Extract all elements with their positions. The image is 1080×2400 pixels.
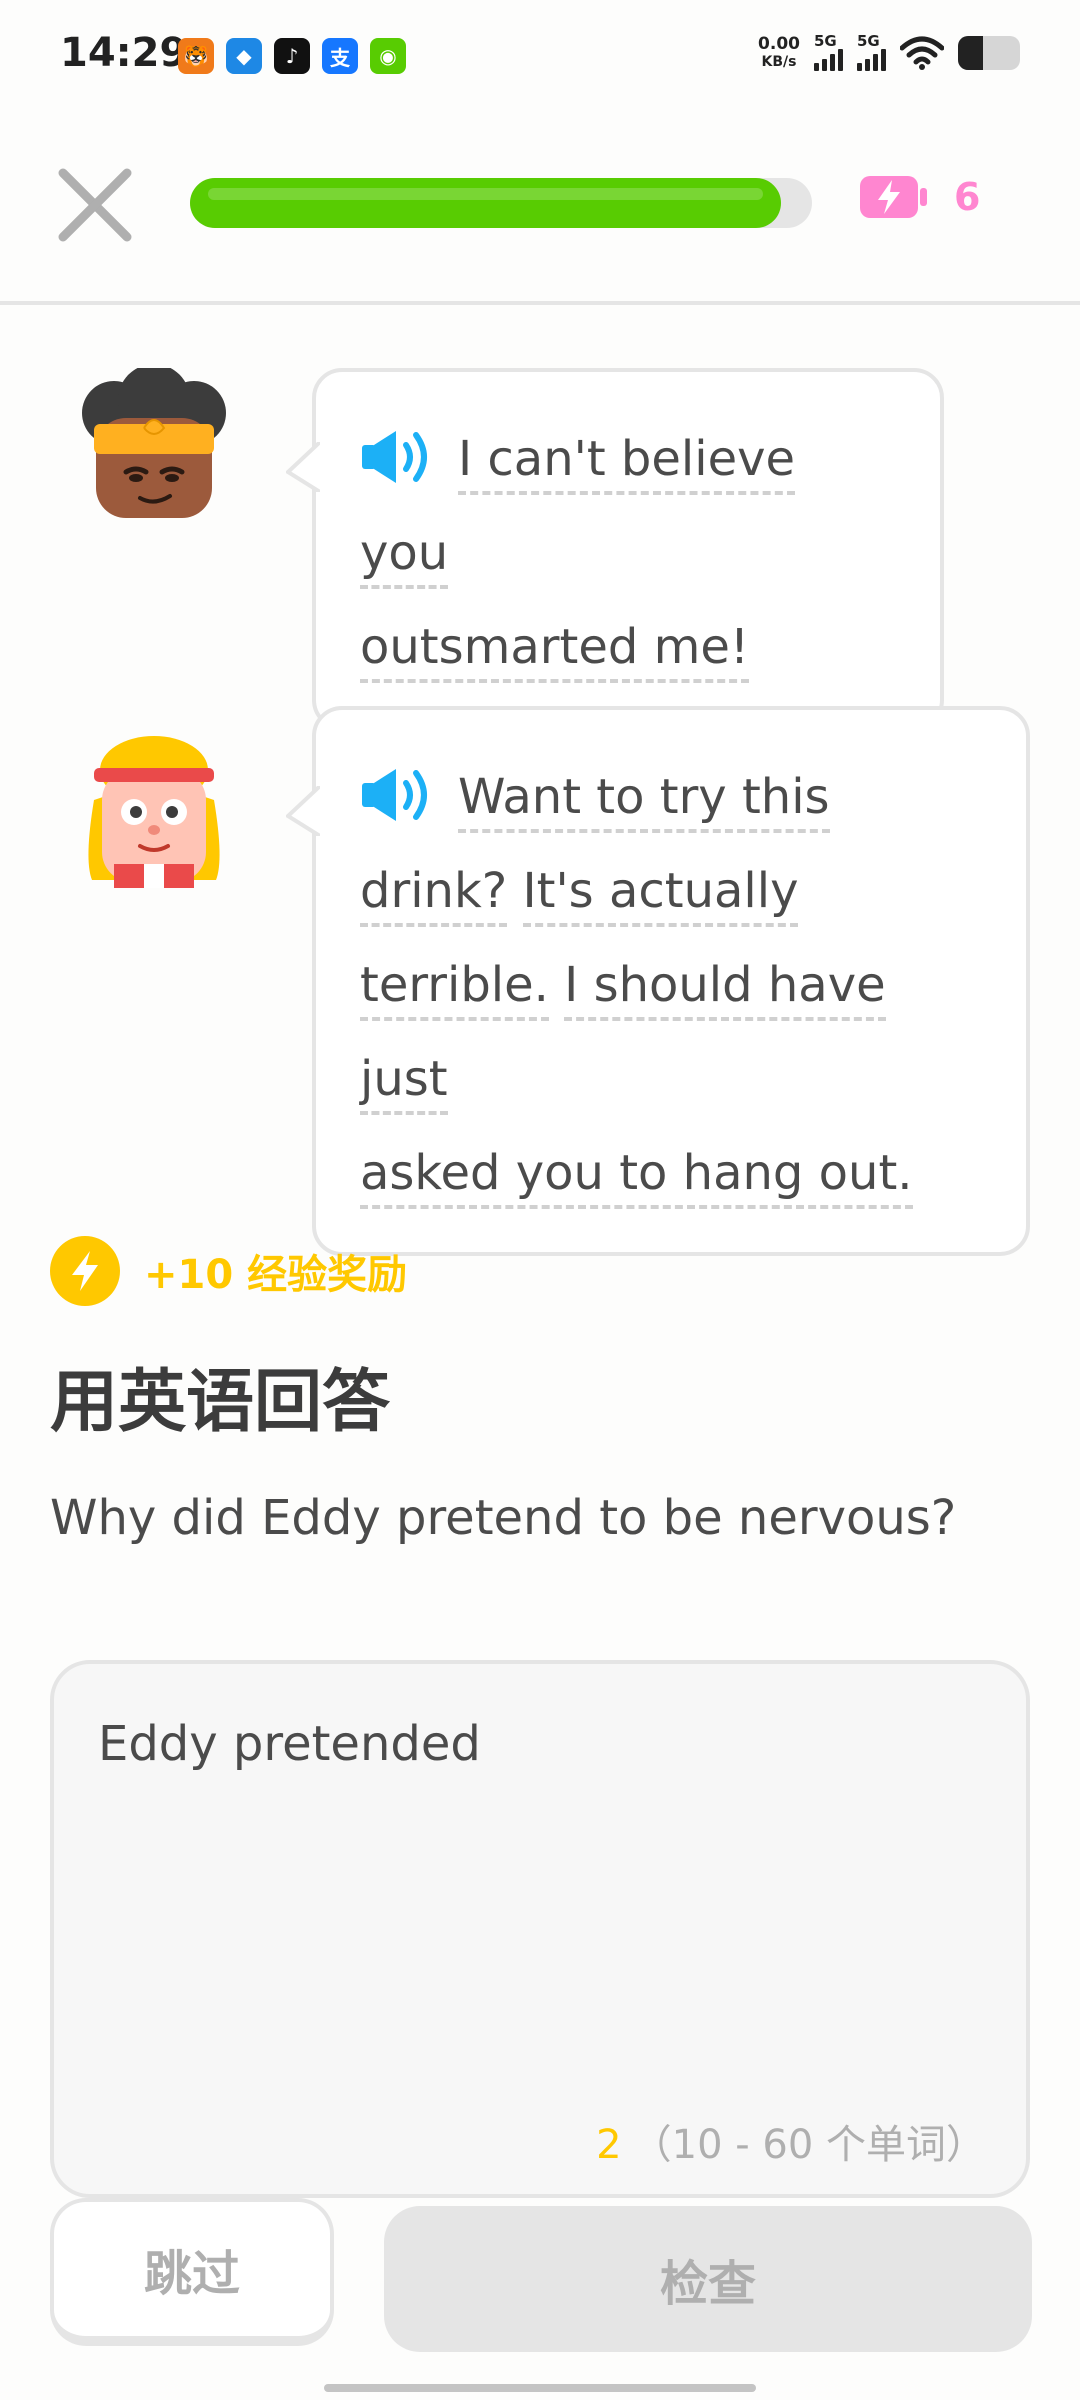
status-bar: 14:29 🐯 ◆ ♪ 支 ◉ 0.00 KB/s 5G 5G [0,0,1080,110]
blue-app-icon: ◆ [226,38,262,74]
chat-text-segment[interactable]: terrible. [360,957,549,1021]
answer-text: Eddy pretended [98,1716,481,1772]
lesson-header: 6 [0,110,1080,305]
energy-count: 6 [954,175,981,219]
speaker-icon[interactable] [360,427,436,487]
chat-bubble: I can't believe you outsmarted me! [286,368,944,730]
answer-textarea[interactable]: Eddy pretended 2 （10 - 60 个单词） [50,1660,1030,2198]
energy-counter[interactable]: 6 [858,172,980,222]
notification-icons: 🐯 ◆ ♪ 支 ◉ [178,38,406,74]
chat-text-segment[interactable]: drink? [360,863,508,927]
chat-text-segment[interactable]: outsmarted me! [360,619,750,683]
status-time: 14:29 [60,30,188,76]
eddy-avatar [82,368,226,518]
speaker-icon[interactable] [360,765,436,825]
home-indicator[interactable] [324,2384,756,2392]
cat-app-icon: 🐯 [178,38,214,74]
chat-text-segment[interactable]: asked you to hang out. [360,1145,913,1209]
word-count: 2 （10 - 60 个单词） [596,2112,986,2170]
tiktok-icon: ♪ [274,38,310,74]
check-button[interactable]: 检查 [384,2206,1032,2352]
word-count-range: （10 - 60 个单词） [631,2122,986,2168]
prompt-title: 用英语回答 [50,1363,391,1442]
xp-bonus-text: +10 经验奖励 [144,1252,408,1298]
energy-battery-icon [860,176,927,218]
xp-bonus: +10 经验奖励 [50,1236,407,1306]
duolingo-icon: ◉ [370,38,406,74]
signal-sim1-icon: 5G [814,34,843,71]
network-speed-unit: KB/s [761,53,797,70]
network-speed: 0.00 KB/s [758,35,800,71]
chat-text-segment[interactable]: It's actually [522,863,799,927]
battery-icon [958,35,1020,70]
chat-text-segment[interactable]: Want to try this [458,769,830,833]
lightning-icon [50,1236,120,1306]
sim2-label: 5G [857,32,880,50]
chat-bubble: Want to try this drink? It's actually terr… [286,706,1030,1256]
lesson-progress-bar [190,178,812,228]
skip-button[interactable]: 跳过 [50,2198,334,2346]
close-icon[interactable] [55,165,135,245]
status-indicators: 0.00 KB/s 5G 5G [758,34,1020,71]
lin-avatar [88,736,220,888]
question-text: Why did Eddy pretend to be nervous? [50,1490,957,1546]
lesson-progress-fill [190,178,781,228]
alipay-icon: 支 [322,38,358,74]
signal-sim2-icon: 5G [857,34,886,71]
word-count-number: 2 [596,2122,622,2168]
sim1-label: 5G [814,32,837,50]
wifi-icon [900,36,944,70]
network-speed-value: 0.00 [758,33,800,54]
